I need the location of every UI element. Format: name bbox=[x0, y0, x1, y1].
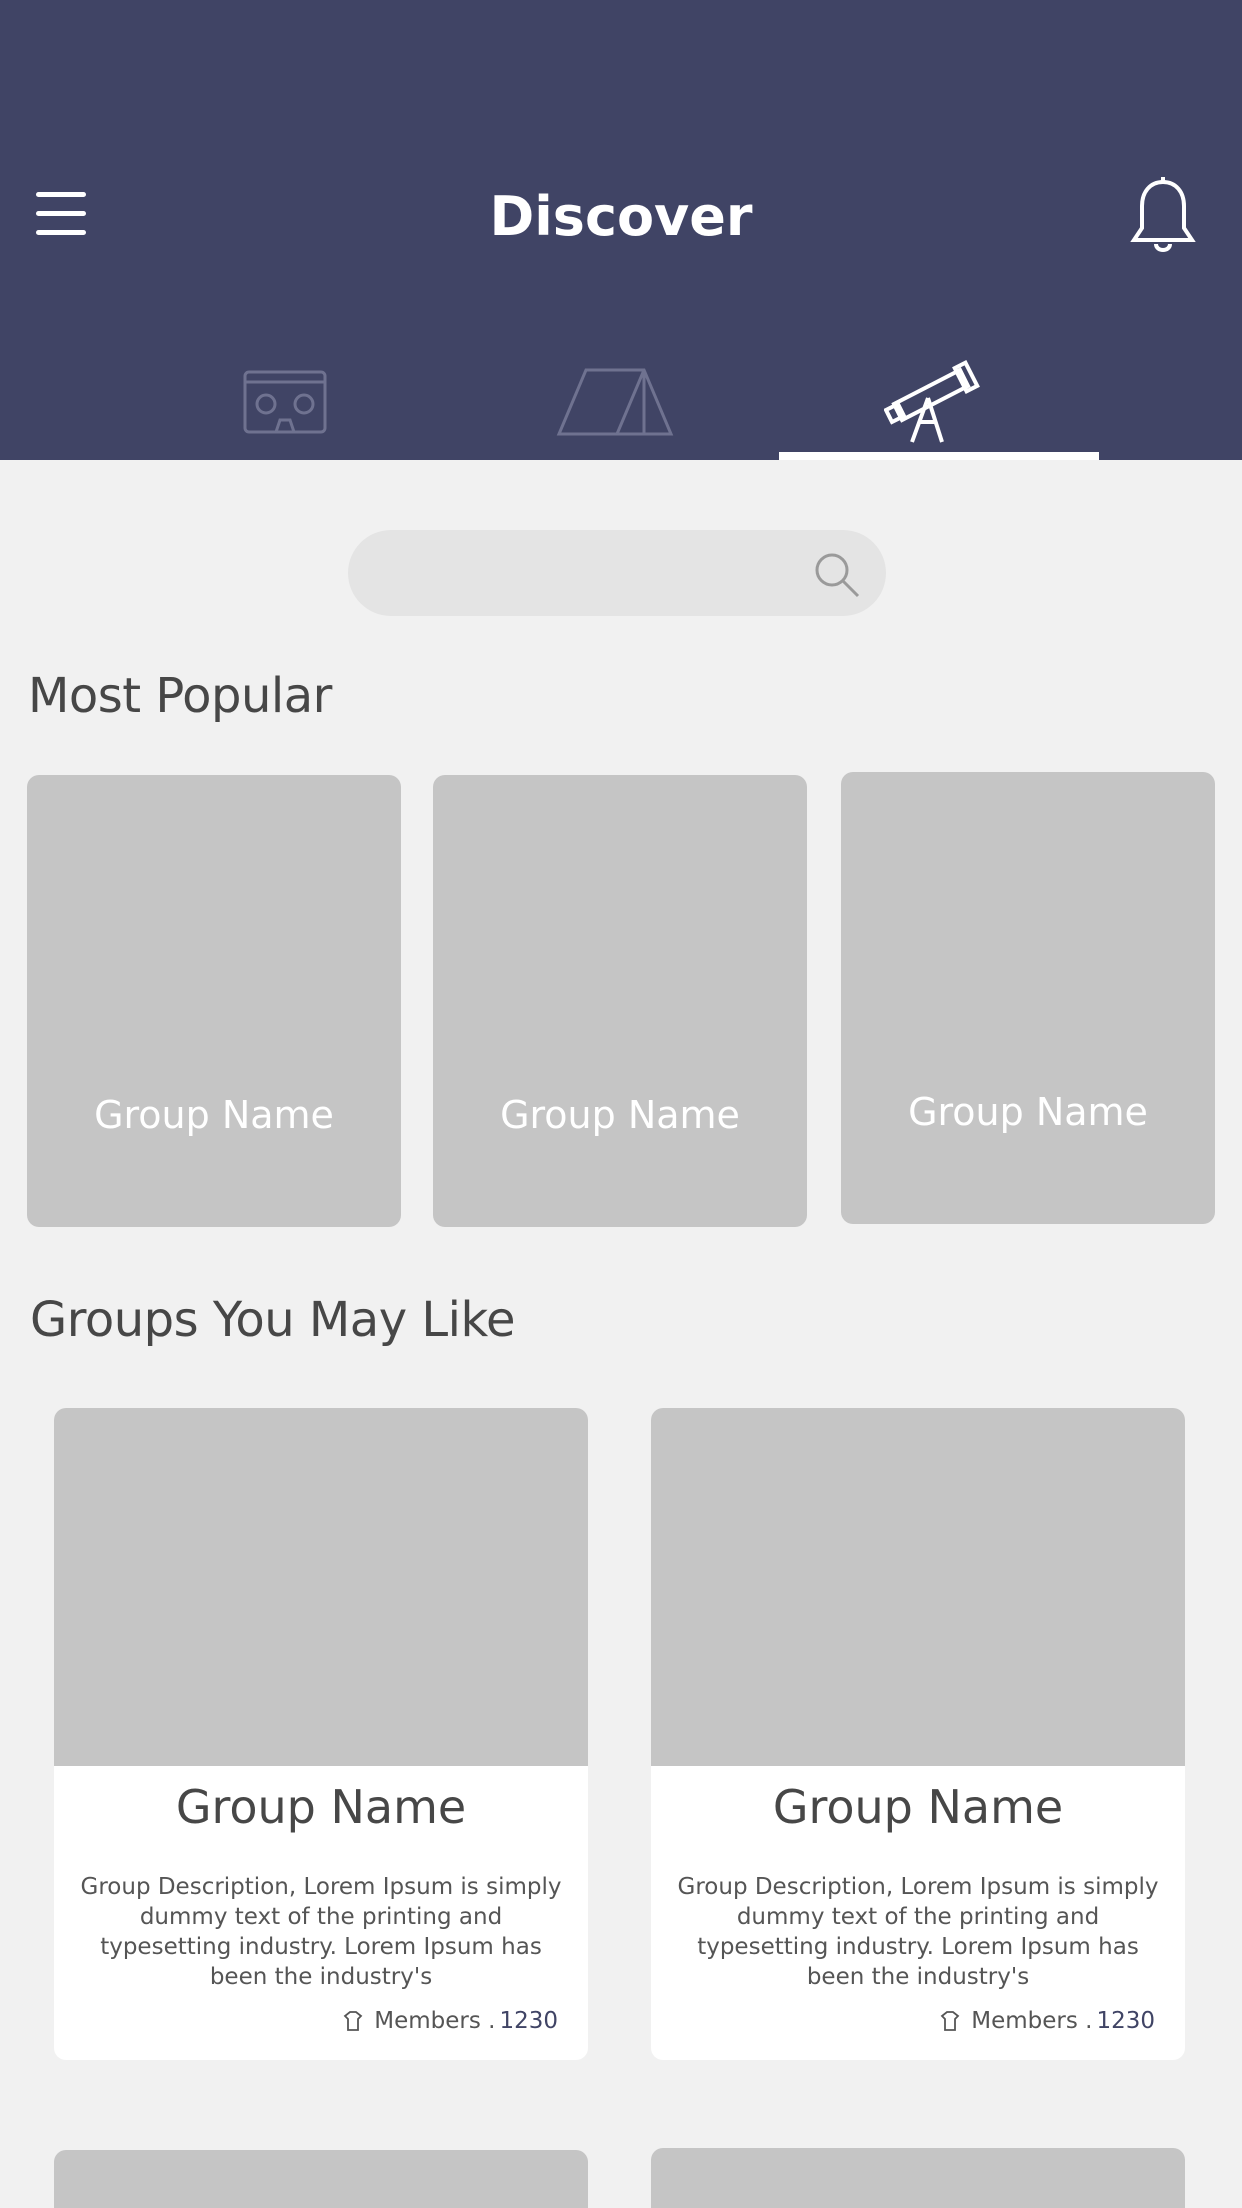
group-description: Group Description, Lorem Ipsum is simply… bbox=[80, 1874, 562, 1990]
bell-icon[interactable] bbox=[1128, 176, 1198, 258]
tab-telescope[interactable] bbox=[860, 352, 1000, 460]
group-image bbox=[54, 1408, 588, 1766]
popular-group-card[interactable]: Group Name bbox=[841, 772, 1215, 1224]
group-description: Group Description, Lorem Ipsum is simply… bbox=[677, 1874, 1159, 1990]
tab-vr[interactable] bbox=[230, 352, 340, 460]
popular-group-card[interactable]: Group Name bbox=[27, 775, 401, 1227]
members-label: Members . bbox=[971, 2008, 1093, 2034]
groups-you-may-like-title: Groups You May Like bbox=[30, 1292, 516, 1348]
members-info: Members . 1230 bbox=[939, 2008, 1155, 2034]
search-icon[interactable] bbox=[812, 550, 862, 600]
members-icon bbox=[343, 2011, 363, 2031]
members-icon bbox=[940, 2011, 960, 2031]
suggested-group-card-partial[interactable] bbox=[54, 2150, 588, 2208]
suggested-group-card[interactable]: Group Name Group Description, Lorem Ipsu… bbox=[54, 1408, 588, 2060]
page-title: Discover bbox=[489, 185, 753, 248]
members-info: Members . 1230 bbox=[342, 2008, 558, 2034]
top-header: Discover bbox=[0, 0, 1242, 460]
group-name: Group Name bbox=[908, 1090, 1148, 1134]
suggested-group-card-partial[interactable] bbox=[651, 2148, 1185, 2208]
tab-tent[interactable] bbox=[550, 352, 680, 460]
most-popular-title: Most Popular bbox=[28, 668, 332, 724]
popular-group-card[interactable]: Group Name bbox=[433, 775, 807, 1227]
tent-icon bbox=[556, 368, 674, 436]
vr-headset-icon bbox=[243, 370, 327, 434]
members-count: 1230 bbox=[499, 2008, 558, 2034]
members-label: Members . bbox=[374, 2008, 496, 2034]
group-name: Group Name bbox=[500, 1093, 740, 1137]
suggested-group-card[interactable]: Group Name Group Description, Lorem Ipsu… bbox=[651, 1408, 1185, 2060]
group-image bbox=[651, 1408, 1185, 1766]
telescope-icon bbox=[884, 360, 980, 443]
group-name: Group Name bbox=[175, 1780, 467, 1834]
group-name: Group Name bbox=[94, 1093, 334, 1137]
active-tab-indicator bbox=[779, 452, 1099, 460]
search-bar bbox=[348, 530, 886, 616]
group-name: Group Name bbox=[772, 1780, 1064, 1834]
search-input[interactable] bbox=[382, 548, 826, 600]
members-count: 1230 bbox=[1096, 2008, 1155, 2034]
